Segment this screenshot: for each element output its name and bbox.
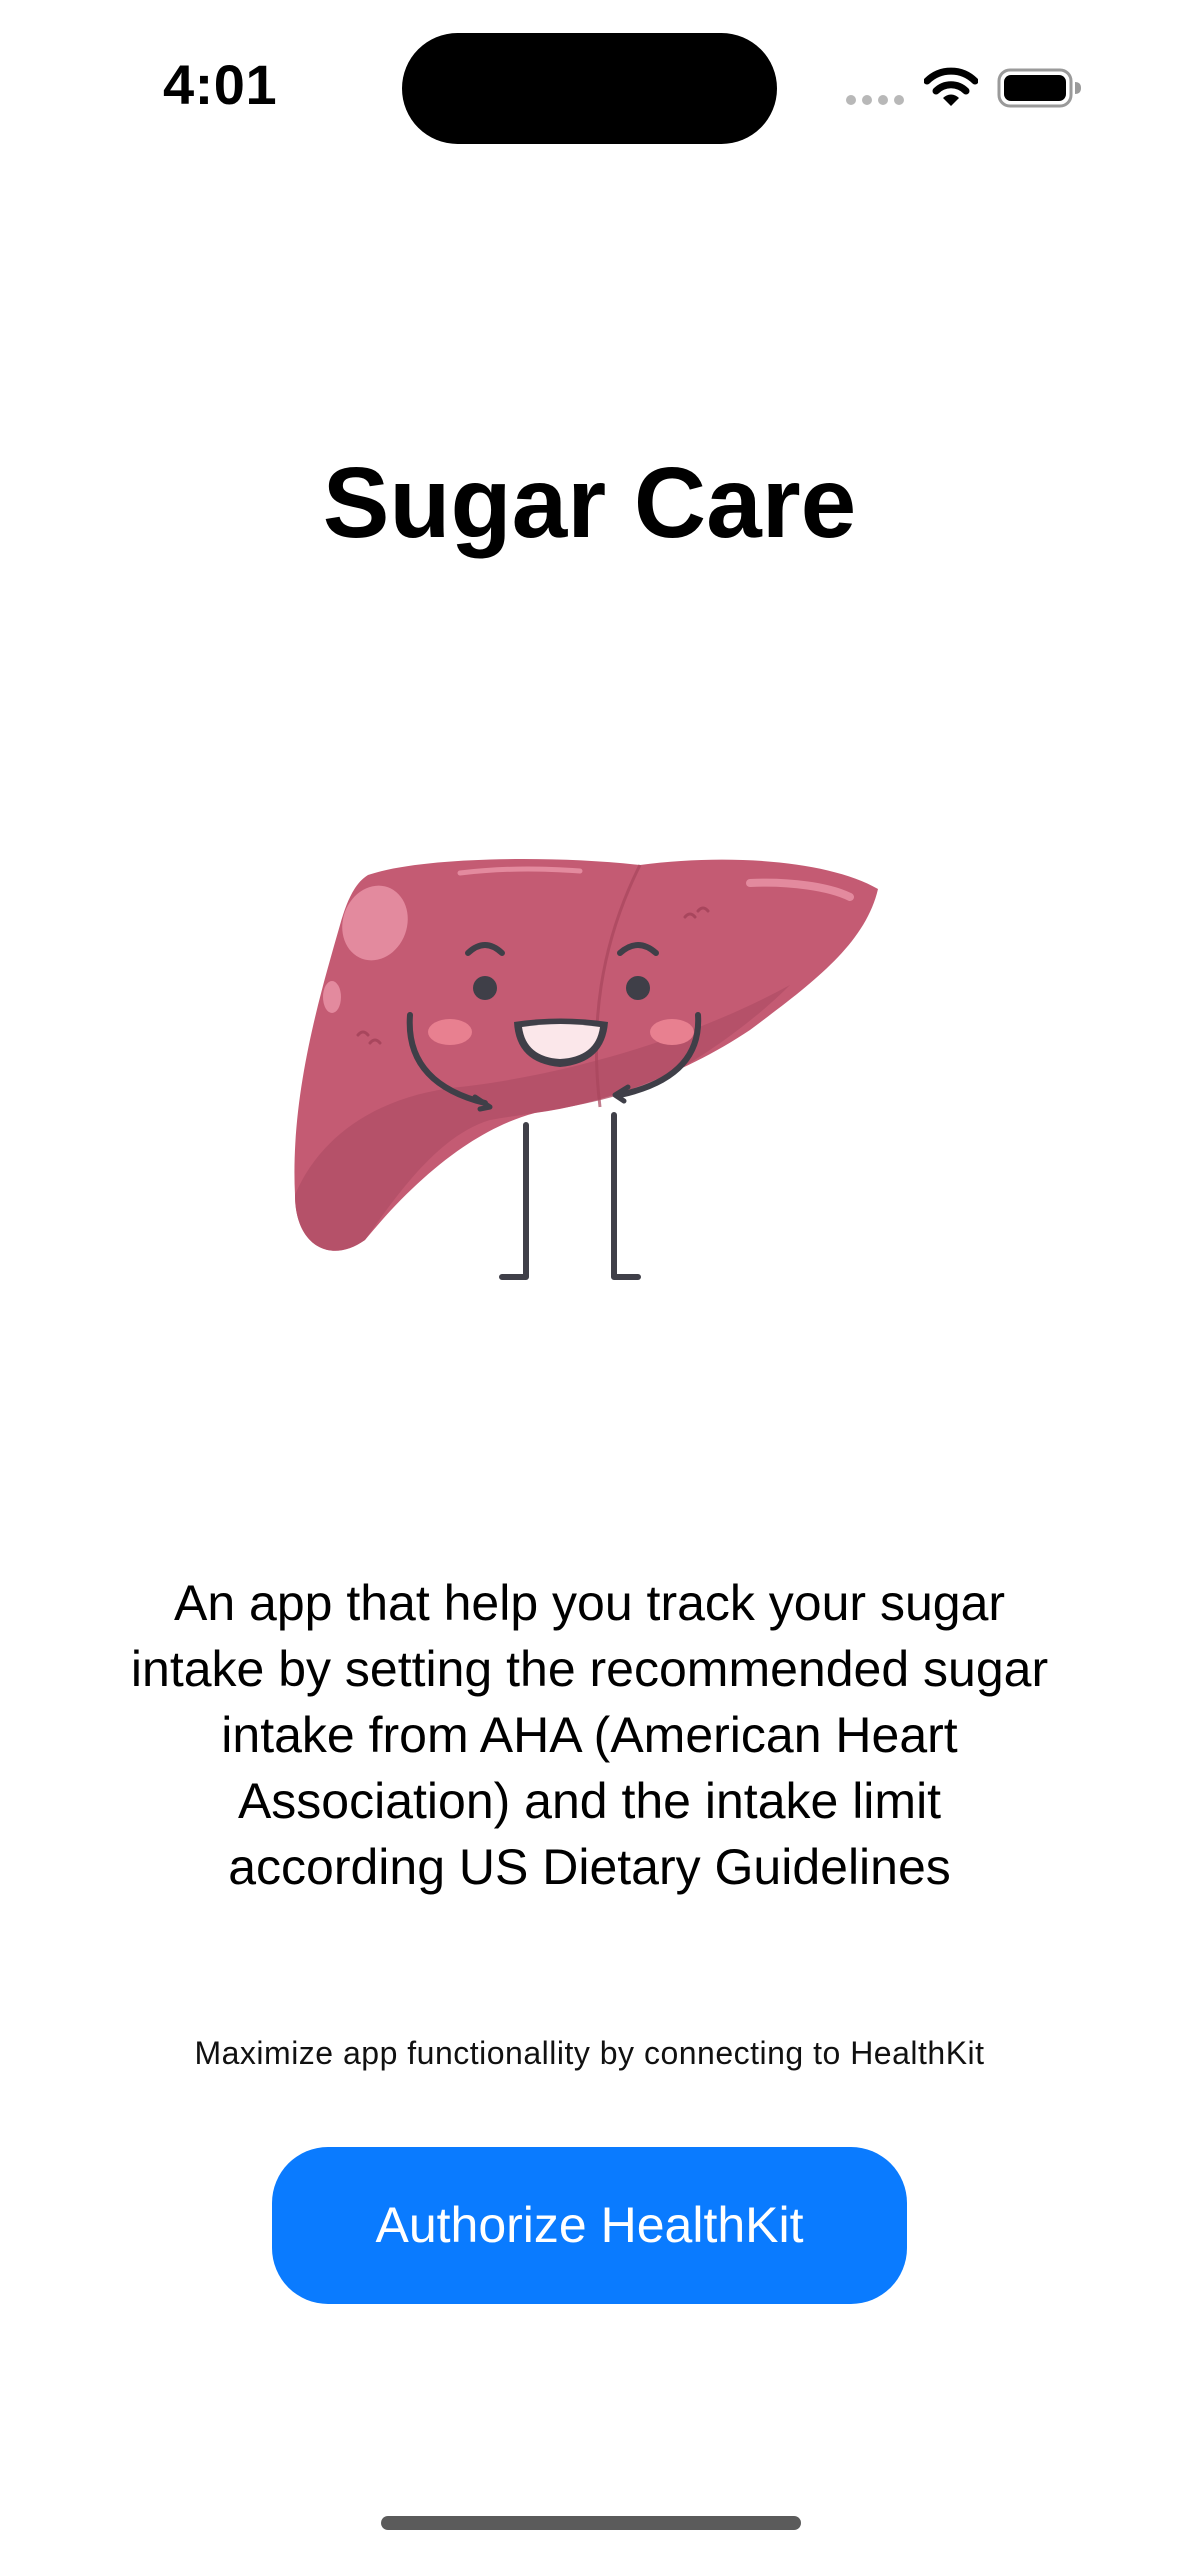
wifi-icon bbox=[924, 67, 978, 106]
status-time: 4:01 bbox=[163, 53, 278, 116]
app-title: Sugar Care bbox=[322, 447, 857, 559]
authorize-healthkit-button[interactable]: Authorize HealthKit bbox=[272, 2147, 907, 2304]
liver-mascot-icon bbox=[294, 859, 878, 1280]
app-description: An app that help you track your sugar in… bbox=[130, 1575, 1049, 1895]
healthkit-hint: Maximize app functionallity by connectin… bbox=[194, 2035, 985, 2071]
battery-icon bbox=[997, 68, 1081, 108]
dynamic-island bbox=[402, 33, 777, 144]
signal-dots-icon bbox=[846, 95, 904, 105]
home-indicator[interactable] bbox=[381, 2516, 801, 2530]
